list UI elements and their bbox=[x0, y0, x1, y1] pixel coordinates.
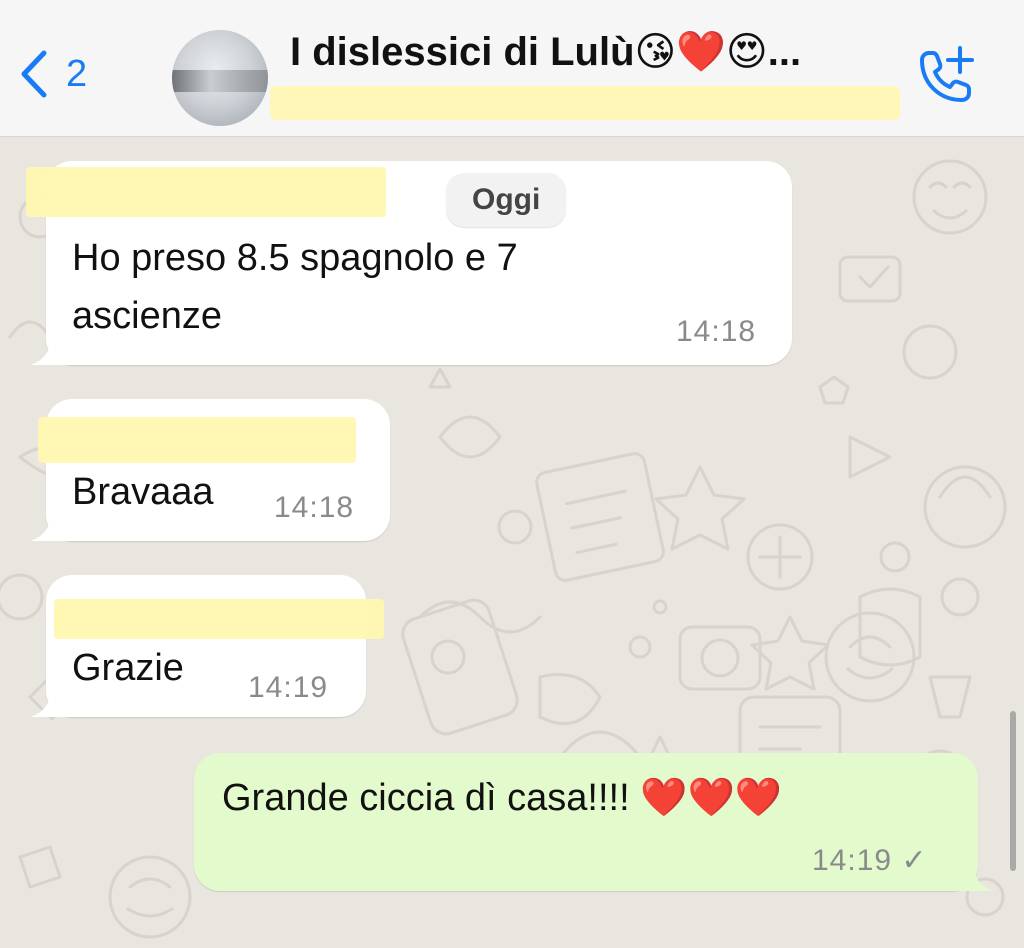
message-time: 14:18 bbox=[676, 315, 757, 348]
chat-area[interactable]: Ho preso 8.5 spagnolo e 7 ascienze 14:18… bbox=[0, 137, 1024, 948]
message-time: 14:19 bbox=[248, 671, 329, 704]
scrollbar[interactable] bbox=[1010, 711, 1016, 871]
bubble-tail bbox=[30, 507, 70, 541]
message-time: 14:18 bbox=[274, 491, 355, 524]
redacted-sender-name bbox=[26, 167, 386, 217]
message-bubble-incoming[interactable]: Bravaaa 14:18 bbox=[30, 399, 390, 541]
redacted-sender-name bbox=[54, 599, 384, 639]
message-bubble-outgoing[interactable]: Grande ciccia dì casa!!!! ❤️❤️❤️ 14:19 ✓ bbox=[194, 753, 994, 891]
bubble-tail bbox=[30, 331, 70, 365]
message-bubble-incoming[interactable]: Grazie 14:19 bbox=[30, 575, 384, 717]
group-title[interactable]: I dislessici di Lulù😘❤️😍... bbox=[290, 28, 801, 75]
redacted-sender-name bbox=[38, 417, 356, 463]
redacted-participants bbox=[270, 86, 900, 120]
add-call-icon bbox=[920, 46, 974, 102]
bubble-tail bbox=[30, 683, 70, 717]
message-time: 14:19 ✓ bbox=[812, 844, 928, 877]
chat-header: 2 I dislessici di Lulù😘❤️😍... bbox=[0, 0, 1024, 137]
message-text: Grazie bbox=[72, 647, 184, 689]
group-avatar[interactable] bbox=[172, 30, 268, 126]
message-text: Ho preso 8.5 spagnolo e 7 ascienze bbox=[72, 237, 518, 337]
unread-count: 2 bbox=[66, 52, 88, 95]
add-call-button[interactable] bbox=[908, 40, 978, 110]
back-button[interactable]: 2 bbox=[18, 42, 87, 106]
message-text: Bravaaa bbox=[72, 471, 214, 513]
date-divider: Oggi bbox=[446, 173, 567, 227]
chevron-left-icon bbox=[21, 50, 47, 98]
message-bubble-incoming[interactable]: Ho preso 8.5 spagnolo e 7 ascienze 14:18 bbox=[26, 161, 792, 365]
bubble-tail bbox=[954, 857, 994, 891]
message-text: Grande ciccia dì casa!!!! ❤️❤️❤️ bbox=[222, 777, 783, 819]
